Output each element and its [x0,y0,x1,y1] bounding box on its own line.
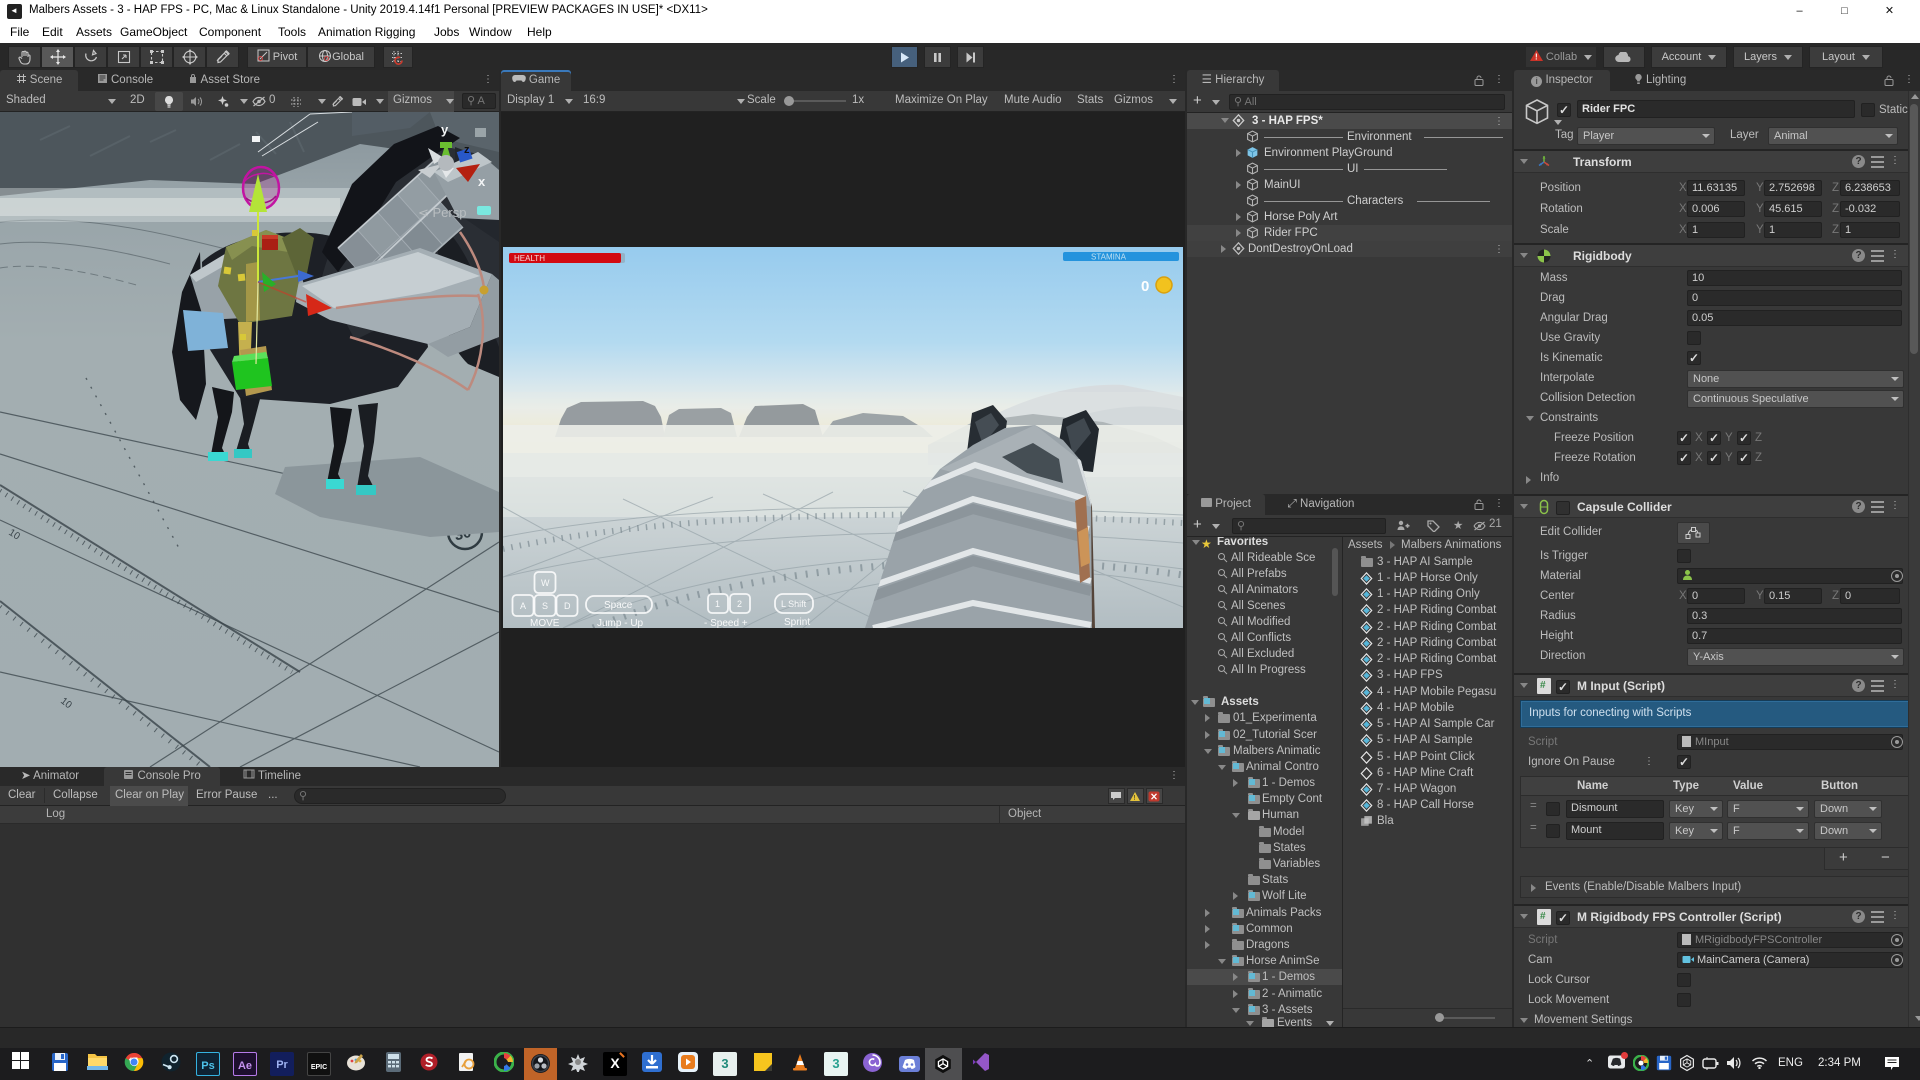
svg-text:!: ! [1133,795,1135,802]
svg-text:S: S [542,601,548,611]
svg-text:⋖ Persp: ⋖ Persp [418,205,466,220]
svg-text:STAMINA: STAMINA [1091,253,1127,262]
svg-text:- Speed +: - Speed + [704,618,748,628]
svg-text:HEALTH: HEALTH [514,254,545,263]
svg-text:MOVE: MOVE [530,618,560,628]
svg-text:y: y [441,122,449,137]
svg-text:2: 2 [737,599,742,609]
svg-text:1: 1 [715,599,720,609]
svg-text:W: W [541,578,550,588]
svg-text:0: 0 [1141,278,1149,295]
svg-text:Sprint: Sprint [784,617,810,628]
svg-text:A: A [520,601,526,611]
svg-text:x: x [478,174,486,189]
svg-text:Jump - Up: Jump - Up [597,618,644,628]
svg-text:Space: Space [604,600,633,611]
svg-text:L Shift: L Shift [781,599,807,609]
svg-text:!: ! [1535,53,1538,62]
svg-text:z: z [464,144,470,156]
svg-text:D: D [564,601,571,611]
